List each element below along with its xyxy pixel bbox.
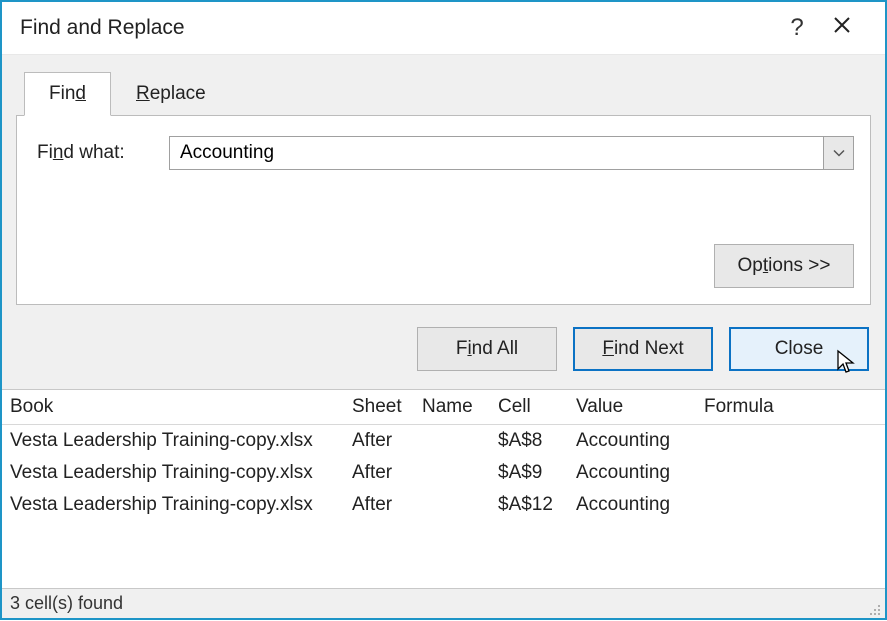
col-header-book[interactable]: Book <box>2 390 342 425</box>
resize-grip-icon[interactable] <box>867 600 881 614</box>
find-what-row: Find what: <box>33 136 854 170</box>
results-table: Book Sheet Name Cell Value Formula Vesta… <box>2 390 885 521</box>
find-what-input[interactable] <box>170 137 823 169</box>
col-header-formula[interactable]: Formula <box>694 390 885 425</box>
dialog-content: Find Replace Find what: Opti <box>2 54 885 389</box>
results-pane: Book Sheet Name Cell Value Formula Vesta… <box>2 389 885 588</box>
chevron-down-icon <box>833 149 845 157</box>
help-button[interactable]: ? <box>777 14 817 42</box>
status-text: 3 cell(s) found <box>10 593 123 614</box>
results-row[interactable]: Vesta Leadership Training-copy.xlsx Afte… <box>2 457 885 489</box>
results-row[interactable]: Vesta Leadership Training-copy.xlsx Afte… <box>2 425 885 458</box>
find-what-dropdown-button[interactable] <box>823 137 853 169</box>
results-row[interactable]: Vesta Leadership Training-copy.xlsx Afte… <box>2 489 885 521</box>
action-buttons: Find All Find Next Close <box>16 327 871 371</box>
find-replace-dialog: Find and Replace ? Find Replace Find wha… <box>0 0 887 620</box>
col-header-sheet[interactable]: Sheet <box>342 390 412 425</box>
find-what-label: Find what: <box>33 142 153 164</box>
tab-replace[interactable]: Replace <box>111 72 231 116</box>
options-button[interactable]: Options >> <box>714 244 854 288</box>
close-button[interactable]: Close <box>729 327 869 371</box>
close-icon[interactable] <box>817 16 867 40</box>
col-header-cell[interactable]: Cell <box>488 390 566 425</box>
col-header-value[interactable]: Value <box>566 390 694 425</box>
titlebar: Find and Replace ? <box>2 2 885 54</box>
find-next-button[interactable]: Find Next <box>573 327 713 371</box>
find-panel: Find what: Options >> <box>16 115 871 305</box>
results-header-row: Book Sheet Name Cell Value Formula <box>2 390 885 425</box>
statusbar: 3 cell(s) found <box>2 588 885 618</box>
find-all-button[interactable]: Find All <box>417 327 557 371</box>
dialog-title: Find and Replace <box>20 16 777 40</box>
tab-strip: Find Replace <box>24 71 871 115</box>
find-what-combo <box>169 136 854 170</box>
tab-find[interactable]: Find <box>24 72 111 116</box>
col-header-name[interactable]: Name <box>412 390 488 425</box>
